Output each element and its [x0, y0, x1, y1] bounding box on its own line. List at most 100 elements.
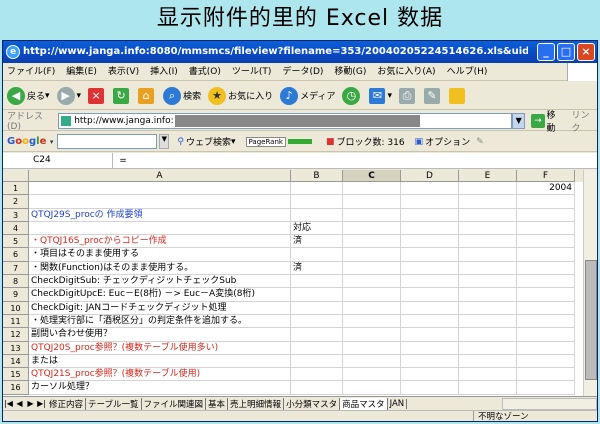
- cell-e[interactable]: [459, 301, 517, 315]
- mail-button[interactable]: ✉ ▾: [369, 87, 392, 104]
- cell-e[interactable]: [459, 341, 517, 355]
- row-header[interactable]: 9: [3, 288, 29, 302]
- cell-d[interactable]: [401, 301, 459, 315]
- sheet-tab[interactable]: 小分類マスタ: [284, 397, 341, 410]
- menu-item[interactable]: 挿入(I): [150, 63, 178, 80]
- sheet-tab[interactable]: テーブル一覧: [86, 397, 142, 410]
- history-button[interactable]: ◷: [342, 86, 362, 105]
- prev-sheet-button[interactable]: ◀: [14, 399, 25, 408]
- cell-a[interactable]: [29, 182, 291, 196]
- web-search-button[interactable]: ⚲ ウェブ検索 ▾: [177, 135, 235, 149]
- cell-d[interactable]: [401, 314, 459, 329]
- sheet-tab[interactable]: ファイル関連図: [142, 397, 207, 410]
- cell-c[interactable]: [343, 381, 401, 395]
- cell-f[interactable]: [517, 195, 575, 209]
- menu-item[interactable]: 移動(G): [334, 63, 366, 80]
- row-header[interactable]: 11: [3, 314, 29, 329]
- column-header-c[interactable]: C: [343, 170, 401, 182]
- cell-e[interactable]: [459, 275, 517, 289]
- row-header[interactable]: 8: [3, 275, 29, 289]
- row-header[interactable]: 5: [3, 235, 29, 249]
- cell-b[interactable]: [291, 248, 343, 262]
- sheet-tab[interactable]: 修正内容: [47, 397, 87, 410]
- menu-item[interactable]: データ(D): [282, 63, 323, 80]
- cell-b[interactable]: [291, 301, 343, 315]
- menu-item[interactable]: ファイル(F): [7, 63, 55, 80]
- home-button[interactable]: ⌂: [138, 87, 156, 104]
- pagerank-indicator[interactable]: PageRank: [245, 136, 316, 147]
- google-logo[interactable]: Google ▾: [7, 136, 53, 147]
- cell-b[interactable]: [291, 328, 343, 342]
- cell-e[interactable]: [459, 195, 517, 209]
- cell-f[interactable]: [517, 221, 575, 236]
- go-button[interactable]: → 移動: [531, 108, 563, 134]
- vertical-scrollbar[interactable]: [583, 170, 597, 396]
- cell-c[interactable]: [343, 195, 401, 209]
- cell-b[interactable]: [291, 341, 343, 355]
- cell-f[interactable]: [517, 288, 575, 302]
- cell-d[interactable]: [401, 381, 459, 395]
- cell-c[interactable]: [343, 328, 401, 342]
- minimize-button[interactable]: _: [537, 43, 555, 61]
- stop-button[interactable]: ×: [88, 87, 106, 104]
- row-header[interactable]: 14: [3, 354, 29, 369]
- cell-e[interactable]: [459, 314, 517, 329]
- cell-f[interactable]: [517, 261, 575, 276]
- cell-f[interactable]: [517, 301, 575, 315]
- cell-c[interactable]: [343, 208, 401, 222]
- row-header[interactable]: 6: [3, 248, 29, 262]
- address-input[interactable]: http://www.janga.info:: [58, 112, 512, 129]
- row-header[interactable]: 12: [3, 328, 29, 342]
- cell-b[interactable]: [291, 182, 343, 196]
- cell-c[interactable]: [343, 368, 401, 382]
- google-search-dropdown[interactable]: ▼: [159, 134, 170, 149]
- maximize-button[interactable]: □: [557, 43, 575, 61]
- cell-f[interactable]: [517, 354, 575, 369]
- cell-e[interactable]: [459, 288, 517, 302]
- cell-a[interactable]: QTQJ29S_procの 作成要領: [29, 208, 291, 222]
- cell-b[interactable]: [291, 288, 343, 302]
- column-header-d[interactable]: D: [401, 170, 459, 182]
- cell-d[interactable]: [401, 208, 459, 222]
- cell-d[interactable]: [401, 341, 459, 355]
- options-button[interactable]: ▣ オプション ✎: [415, 135, 484, 149]
- cell-a[interactable]: QTQJ20S_proc参照？(複数テーブル使用多い): [29, 341, 291, 355]
- cell-b[interactable]: 対応: [291, 221, 343, 236]
- links-label[interactable]: リンク: [571, 108, 597, 134]
- refresh-button[interactable]: ↻: [113, 87, 131, 104]
- cell-a[interactable]: ・関数(Function)はそのまま使用する。: [29, 261, 291, 276]
- sheet-tab[interactable]: 商品マスタ: [340, 397, 388, 410]
- edit-button[interactable]: ✎: [424, 87, 442, 104]
- cell-a[interactable]: ・項目はそのまま使用する: [29, 248, 291, 262]
- menu-item[interactable]: 書式(O): [189, 63, 221, 80]
- cell-e[interactable]: [459, 221, 517, 236]
- back-button[interactable]: ◀ 戻る ▾: [7, 86, 50, 105]
- cell-e[interactable]: [459, 328, 517, 342]
- menu-item[interactable]: ツール(T): [232, 63, 272, 80]
- cell-c[interactable]: [343, 354, 401, 369]
- cell-d[interactable]: [401, 328, 459, 342]
- cell-f[interactable]: [517, 275, 575, 289]
- row-header[interactable]: 3: [3, 208, 29, 222]
- cell-a[interactable]: ・QTQJ16S_procからコピー作成: [29, 235, 291, 249]
- row-header[interactable]: 15: [3, 368, 29, 382]
- cell-a[interactable]: カーソル処理？: [29, 381, 291, 395]
- sheet-tab[interactable]: 基本: [206, 397, 229, 410]
- column-header-f[interactable]: F: [517, 170, 575, 182]
- row-header[interactable]: 4: [3, 221, 29, 236]
- row-header[interactable]: 2: [3, 195, 29, 209]
- next-sheet-button[interactable]: ▶: [25, 399, 36, 408]
- cell-f[interactable]: [517, 328, 575, 342]
- cell-d[interactable]: [401, 235, 459, 249]
- cell-a[interactable]: または: [29, 354, 291, 369]
- address-dropdown[interactable]: ▼: [511, 112, 526, 129]
- cell-b[interactable]: [291, 381, 343, 395]
- cell-c[interactable]: [343, 288, 401, 302]
- cell-a[interactable]: CheckDigitSub: チェックディジットチェックSub: [29, 275, 291, 289]
- cell-b[interactable]: 済: [291, 261, 343, 276]
- row-header[interactable]: 1: [3, 182, 29, 196]
- favorites-button[interactable]: ★ お気に入り: [208, 86, 273, 105]
- column-header-e[interactable]: E: [459, 170, 517, 182]
- cell-f[interactable]: [517, 208, 575, 222]
- cell-e[interactable]: [459, 368, 517, 382]
